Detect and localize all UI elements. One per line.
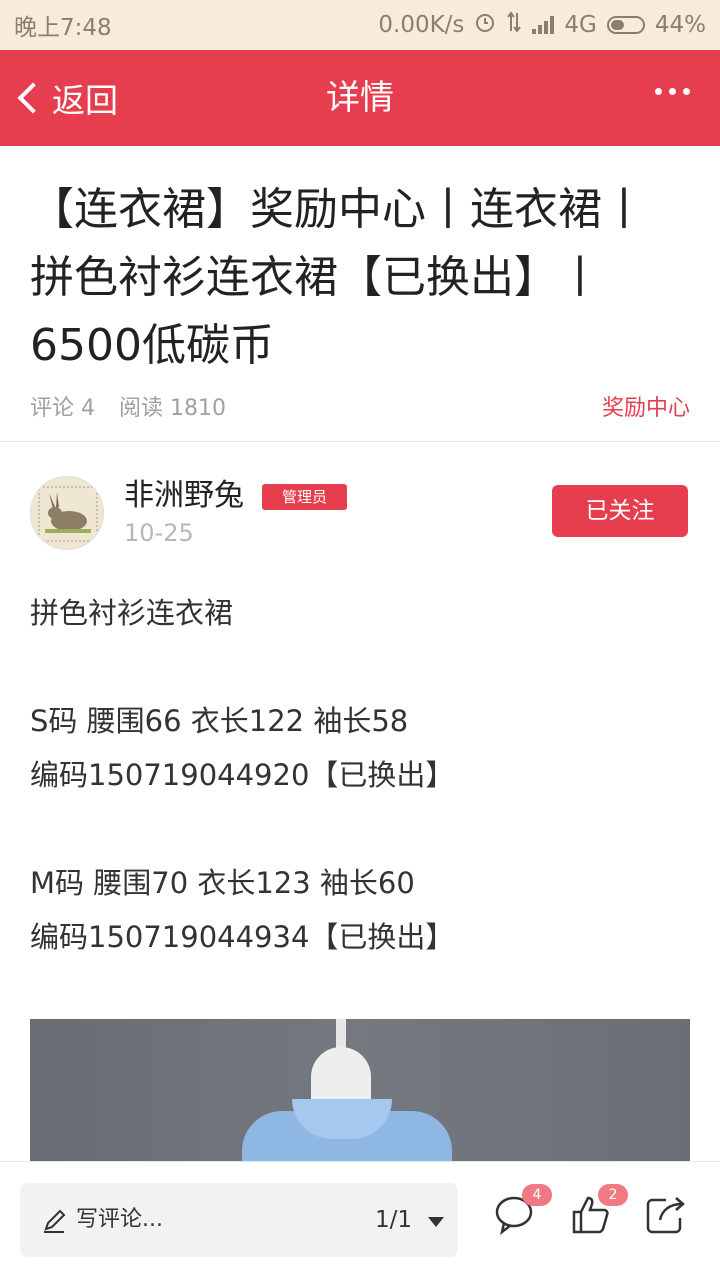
content-line: M码 腰围70 衣长123 袖长60 [30,866,415,900]
status-bar: 晚上7:48 0.00K/s 4G 44% [0,0,720,50]
network-type: 4G [564,12,597,38]
admin-badge: 管理员 [262,484,348,510]
comment-count-badge: 4 [522,1184,552,1206]
bottom-bar: 写评论... 1/1 4 2 [0,1161,720,1280]
category-link[interactable]: 奖励中心 [602,390,690,422]
divider [0,441,720,442]
article-title: 【连衣裙】奖励中心丨连衣裙丨拼色衬衫连衣裙【已换出】丨6500低碳币 [30,184,646,371]
status-right: 0.00K/s 4G 44% [378,11,706,39]
nav-bar: 返回 详情 [0,50,720,146]
content-line: 拼色衬衫连衣裙 [30,596,234,630]
data-transfer-icon [506,11,522,39]
pen-icon [44,1209,66,1233]
battery-percent: 44% [654,12,706,38]
comment-count-label: 评论 4 [30,396,95,421]
more-icon[interactable] [655,88,690,95]
alarm-icon [474,11,496,39]
share-icon [646,1197,685,1234]
read-count-label: 阅读 1810 [119,396,226,421]
status-time: 晚上7:48 [14,15,112,41]
like-button[interactable]: 2 [568,1184,628,1236]
page-title: 详情 [326,78,394,118]
article-content: 拼色衬衫连衣裙 S码 腰围66 衣长122 袖长58 编码15071904492… [30,586,690,964]
network-speed: 0.00K/s [378,12,465,38]
content-line: S码 腰围66 衣长122 袖长58 [30,704,409,738]
author-row: 非洲野兔 管理员 10-25 已关注 [30,476,690,556]
content-line [30,640,690,694]
product-image[interactable] [30,1019,690,1161]
comment-placeholder: 写评论... [76,1207,163,1232]
post-date: 10-25 [124,519,194,547]
signal-icon [532,16,555,34]
battery-icon [606,16,645,34]
chevron-down-icon[interactable] [428,1217,444,1227]
comment-input[interactable]: 写评论... 1/1 [20,1183,458,1257]
page-indicator[interactable]: 1/1 [375,1183,412,1257]
comments-button[interactable]: 4 [492,1184,552,1236]
like-count-badge: 2 [598,1184,628,1206]
share-button[interactable] [644,1192,688,1236]
article-meta: 评论 4 阅读 1810 奖励中心 [30,386,690,426]
content-line: 编码150719044934【已换出】 [30,920,455,954]
content-line: 编码150719044920【已换出】 [30,758,455,792]
author-name[interactable]: 非洲野兔 [124,476,244,516]
avatar[interactable] [30,476,104,550]
content-line [30,802,690,856]
follow-button[interactable]: 已关注 [552,485,688,537]
